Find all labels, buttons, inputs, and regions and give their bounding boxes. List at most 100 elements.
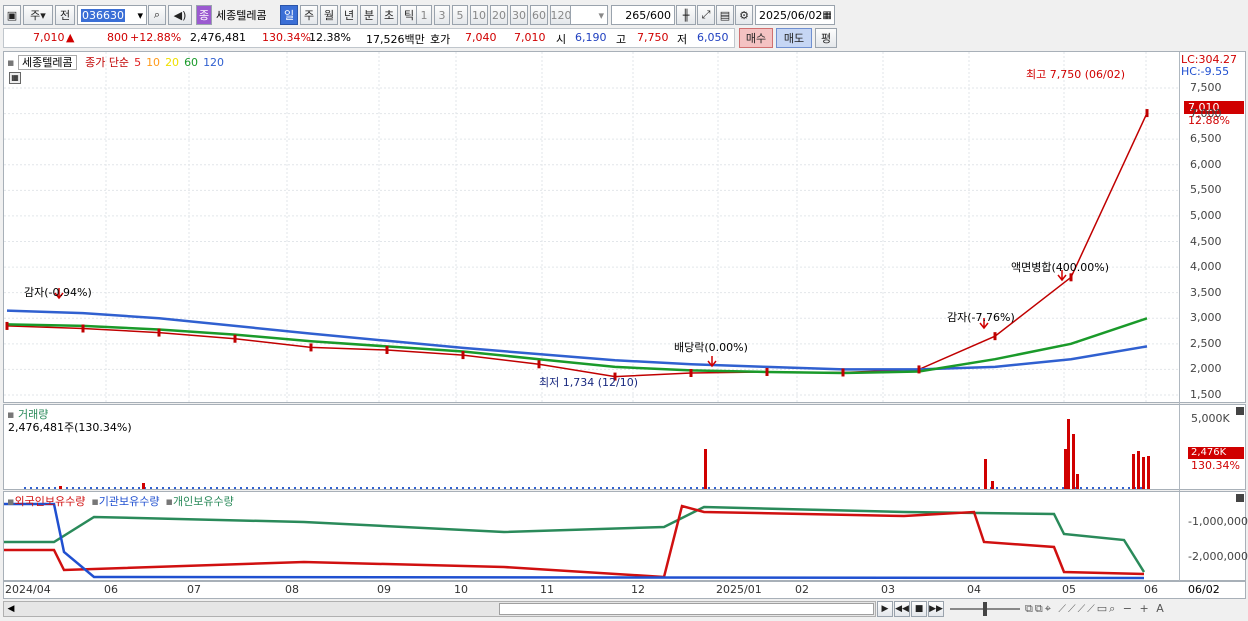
- stock-name: 세종텔레콤: [216, 9, 267, 22]
- volume-bar: [1032, 487, 1034, 489]
- volume-bar: [888, 487, 890, 489]
- axis-divider: [1179, 405, 1180, 491]
- change: 800: [107, 31, 128, 44]
- volume-bar: [132, 487, 134, 489]
- rewind-icon[interactable]: ◀◀: [894, 601, 910, 617]
- price-legend-item[interactable]: 10: [146, 56, 160, 69]
- close-point: [537, 360, 541, 369]
- sell-button[interactable]: 매도: [776, 28, 812, 48]
- price-legend-item[interactable]: 60: [184, 56, 198, 69]
- draw-icon[interactable]: ⤢: [697, 5, 715, 25]
- volume-bar: [324, 487, 326, 489]
- speaker-icon[interactable]: ◀): [168, 5, 192, 25]
- x-axis-label: 09: [377, 583, 391, 596]
- buy-button[interactable]: 매수: [739, 28, 773, 48]
- volume-bar: [59, 486, 62, 489]
- period-button[interactable]: 주: [300, 5, 318, 25]
- bid1: 7,040: [465, 31, 497, 44]
- date-input[interactable]: 2025/06/02 ▦: [755, 5, 835, 25]
- volume-last: 2,476K: [1188, 447, 1244, 459]
- zoom-slider-handle[interactable]: [983, 602, 987, 616]
- volume-chart: [24, 419, 1150, 489]
- code-input[interactable]: 036630 ▾: [77, 5, 147, 25]
- code-value: 036630: [81, 8, 125, 22]
- interval-button[interactable]: 30: [510, 5, 528, 25]
- volume-bar: [150, 487, 152, 489]
- period-button[interactable]: 일: [280, 5, 298, 25]
- eval-button[interactable]: 평: [815, 28, 837, 48]
- interval-button[interactable]: 3: [434, 5, 450, 25]
- search-icon[interactable]: ⌕: [148, 5, 166, 25]
- grid-icon[interactable]: ▦: [9, 72, 21, 84]
- volume-bar: [690, 487, 692, 489]
- play-icon[interactable]: ▶: [877, 601, 893, 617]
- period-button[interactable]: 년: [340, 5, 358, 25]
- market-select[interactable]: 주 ▾: [23, 5, 53, 25]
- interval-button[interactable]: 120: [550, 5, 572, 25]
- close-icon[interactable]: [1236, 407, 1244, 415]
- price-legend-item[interactable]: 5: [134, 56, 141, 69]
- volume-bar: [1104, 487, 1106, 489]
- interval-button[interactable]: 20: [490, 5, 508, 25]
- scroll-thumb[interactable]: [499, 603, 874, 615]
- holdings-panel[interactable]: ▪외국인보유수량 ▪기관보유수량 ▪개인보유수량 -1,000,000 -2,000…: [3, 491, 1248, 582]
- annotation-reduction1: 감자(-0.94%): [24, 286, 92, 299]
- period-button[interactable]: 월: [320, 5, 338, 25]
- volume-bar: [684, 487, 686, 489]
- volume-bar: [36, 487, 38, 489]
- holdings-legend-item[interactable]: 기관보유수량: [99, 495, 160, 508]
- volume-bar: [534, 487, 536, 489]
- period-button[interactable]: 초: [380, 5, 398, 25]
- holdings-legend-item[interactable]: 개인보유수량: [173, 495, 234, 508]
- prev-button[interactable]: 전: [55, 5, 75, 25]
- volume-bar: [666, 487, 668, 489]
- annotation-dividend: 배당락(0.00%): [674, 341, 748, 354]
- volume-bar: [480, 487, 482, 489]
- price-panel[interactable]: ▪ 세종텔레콤 종가 단순 5 10 20 60 120 ▦ LC:304.27 HC:-…: [3, 51, 1246, 404]
- period-button[interactable]: 분: [360, 5, 378, 25]
- count-input[interactable]: 265/600: [611, 5, 675, 25]
- interval-button[interactable]: 60: [530, 5, 548, 25]
- price-ytick: 6,000: [1190, 157, 1222, 171]
- price-legend-item[interactable]: 종가 단순: [85, 56, 129, 69]
- volume-bar: [762, 487, 764, 489]
- holdings-legend-item[interactable]: 외국인보유수량: [14, 495, 85, 508]
- volume-bar: [102, 487, 104, 489]
- price-panel-name[interactable]: 세종텔레콤: [17, 55, 77, 70]
- interval-button[interactable]: 10: [470, 5, 488, 25]
- volume-bar: [96, 487, 98, 489]
- price-ytick: 2,000: [1190, 362, 1222, 376]
- close-icon[interactable]: [1236, 494, 1244, 502]
- volume-bar: [432, 487, 434, 489]
- volume-bar: [528, 487, 530, 489]
- save-icon[interactable]: ▤: [716, 5, 734, 25]
- price-ytick: 5,000: [1190, 208, 1222, 222]
- scroll-left-icon[interactable]: ◀: [4, 602, 18, 616]
- horizontal-scrollbar[interactable]: ◀: [3, 601, 876, 617]
- price-legend-item[interactable]: 120: [203, 56, 224, 69]
- gear-icon[interactable]: ⚙: [735, 5, 753, 25]
- volume-bar: [660, 487, 662, 489]
- stop-icon[interactable]: ■: [911, 601, 927, 617]
- volume-bar: [954, 487, 956, 489]
- volume-bar: [978, 487, 980, 489]
- candle-icon[interactable]: ╫: [676, 5, 696, 25]
- bid-label: 호가: [430, 33, 451, 46]
- price-ytick: 7,000: [1190, 106, 1222, 120]
- window-icon[interactable]: ▣: [3, 5, 21, 25]
- interval-button[interactable]: 1: [416, 5, 432, 25]
- volume-bar: [714, 487, 716, 489]
- volume-bar: [300, 487, 302, 489]
- holdings-line: [4, 504, 1145, 579]
- volume-bar: [1147, 456, 1150, 489]
- volume-bar: [468, 487, 470, 489]
- volume-bar: [1062, 487, 1064, 489]
- interval-select[interactable]: ▾: [570, 5, 608, 25]
- volume-bar: [552, 487, 554, 489]
- toolbar-icons[interactable]: ⧉⧉⌖ ⟋⟋⟋⟋▭⌕ − + A: [1025, 602, 1166, 616]
- interval-button[interactable]: 5: [452, 5, 468, 25]
- forward-icon[interactable]: ▶▶: [928, 601, 944, 617]
- volume-bar: [744, 487, 746, 489]
- volume-panel[interactable]: ▪ 거래량 2,476,481주(130.34%) 5,000K 2,476K …: [3, 404, 1246, 491]
- price-legend-item[interactable]: 20: [165, 56, 179, 69]
